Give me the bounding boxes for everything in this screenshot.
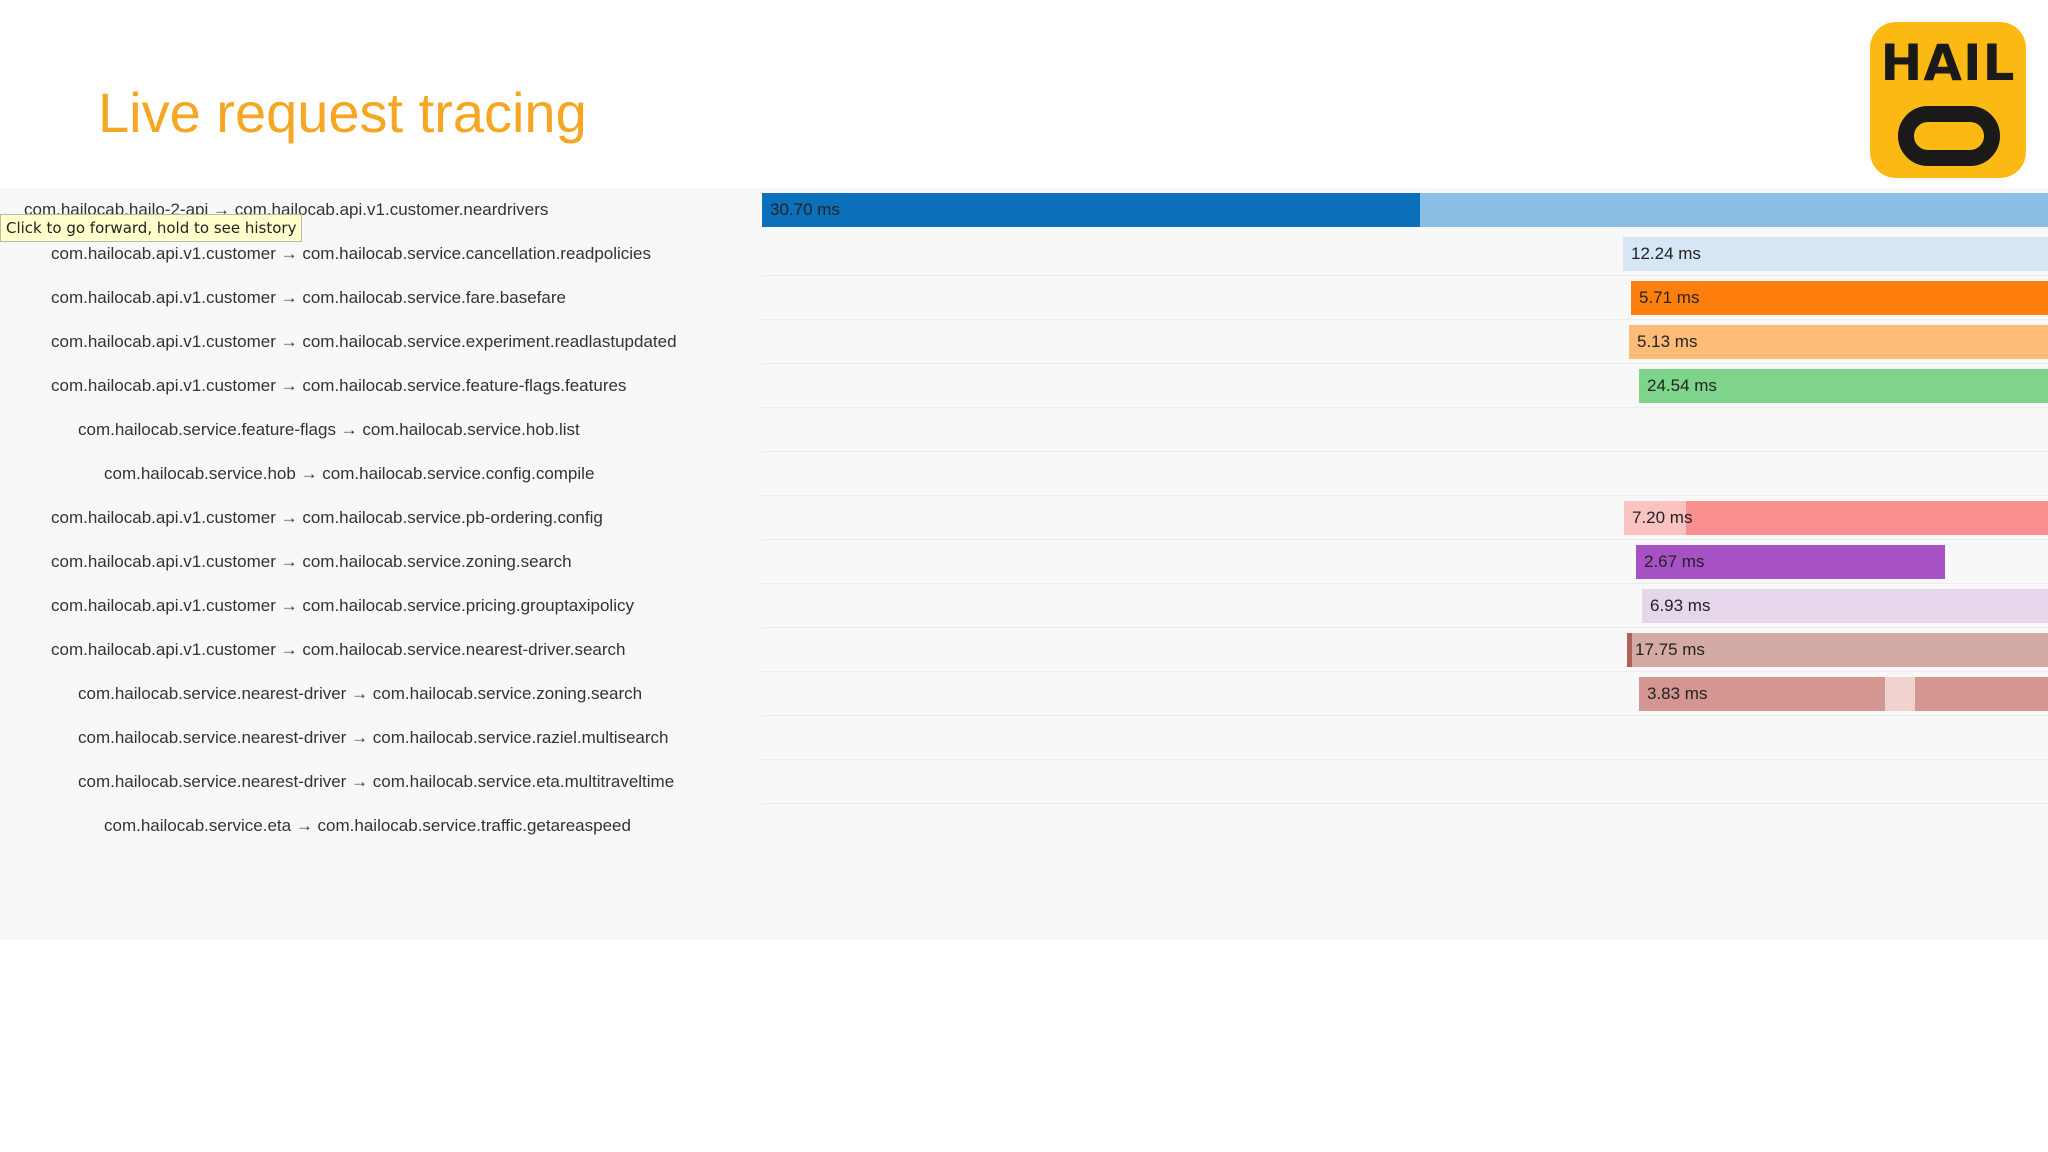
trace-row-label: com.hailocab.api.v1.customer → com.hailo… (51, 332, 677, 351)
trace-panel: com.hailocab.hailo-2-api → com.hailocab.… (0, 188, 2048, 940)
span-bar[interactable]: 24.54 ms (1639, 369, 2048, 403)
logo-o-mark-icon (1898, 106, 2000, 166)
trace-row-label: com.hailocab.api.v1.customer → com.hailo… (51, 596, 634, 615)
span-bar[interactable]: 12.24 ms (1623, 237, 2048, 271)
trace-row-label: com.hailocab.service.nearest-driver → co… (78, 684, 643, 703)
trace-row[interactable]: com.hailocab.api.v1.customer → com.hailo… (0, 276, 2048, 320)
trace-row[interactable]: com.hailocab.service.nearest-driver → co… (0, 716, 2048, 760)
trace-row-label: com.hailocab.api.v1.customer → com.hailo… (51, 376, 627, 395)
slide: Live request tracing HAIL com.hailocab.h… (0, 0, 2048, 1152)
span-duration: 24.54 ms (1647, 376, 1717, 395)
hailo-logo: HAIL (1870, 22, 2026, 178)
trace-row-label: com.hailocab.service.nearest-driver → co… (78, 728, 669, 747)
span-duration: 30.70 ms (770, 200, 840, 219)
trace-row[interactable]: com.hailocab.service.nearest-driver → co… (0, 760, 2048, 804)
span-bar[interactable]: 3.83 ms (1639, 677, 2048, 711)
trace-row-label: com.hailocab.api.v1.customer → com.hailo… (51, 508, 603, 527)
trace-row-label: com.hailocab.service.nearest-driver → co… (78, 772, 675, 791)
trace-row[interactable]: com.hailocab.api.v1.customer → com.hailo… (0, 496, 2048, 540)
trace-row-label: com.hailocab.api.v1.customer → com.hailo… (51, 640, 626, 659)
trace-row[interactable]: com.hailocab.api.v1.customer → com.hailo… (0, 232, 2048, 276)
span-bar[interactable]: 5.13 ms (1629, 325, 2048, 359)
span-bar[interactable]: 6.93 ms (1642, 589, 2048, 623)
slide-title: Live request tracing (98, 81, 587, 144)
trace-row[interactable]: com.hailocab.service.hob → com.hailocab.… (0, 452, 2048, 496)
trace-row-root[interactable]: com.hailocab.hailo-2-api → com.hailocab.… (0, 188, 2048, 232)
span-bar[interactable]: 5.71 ms (1631, 281, 2048, 315)
span-duration: 3.83 ms (1647, 684, 1708, 703)
trace-row[interactable]: com.hailocab.service.nearest-driver → co… (0, 672, 2048, 716)
trace-row-label: com.hailocab.api.v1.customer → com.hailo… (51, 288, 566, 307)
trace-row-label: com.hailocab.service.feature-flags → com… (78, 420, 580, 439)
trace-row[interactable]: com.hailocab.service.eta → com.hailocab.… (0, 804, 2048, 848)
trace-row[interactable]: com.hailocab.api.v1.customer → com.hailo… (0, 540, 2048, 584)
span-bar[interactable]: 2.67 ms (1636, 545, 1945, 579)
span-duration: 6.93 ms (1650, 596, 1711, 615)
trace-row[interactable]: com.hailocab.api.v1.customer → com.hailo… (0, 320, 2048, 364)
span-bar[interactable]: 17.75 ms (1627, 633, 2048, 667)
trace-row[interactable]: com.hailocab.api.v1.customer → com.hailo… (0, 364, 2048, 408)
trace-row[interactable]: com.hailocab.api.v1.customer → com.hailo… (0, 584, 2048, 628)
logo-text: HAIL (1880, 34, 2016, 92)
trace-row-label: com.hailocab.service.eta → com.hailocab.… (104, 816, 631, 835)
span-duration: 5.13 ms (1637, 332, 1698, 351)
trace-row[interactable]: com.hailocab.api.v1.customer → com.hailo… (0, 628, 2048, 672)
span-duration: 2.67 ms (1644, 552, 1705, 571)
trace-row-label: com.hailocab.service.hob → com.hailocab.… (104, 464, 595, 483)
span-duration: 12.24 ms (1631, 244, 1701, 263)
trace-row-label: com.hailocab.api.v1.customer → com.hailo… (51, 552, 572, 571)
span-bar-self-time (762, 193, 1420, 227)
span-duration: 7.20 ms (1632, 508, 1693, 527)
span-bar[interactable]: 7.20 ms (1624, 501, 2048, 535)
trace-row[interactable]: com.hailocab.service.feature-flags → com… (0, 408, 2048, 452)
history-tooltip: Click to go forward, hold to see history (0, 214, 303, 242)
span-duration: 5.71 ms (1639, 288, 1700, 307)
span-bar[interactable]: 30.70 ms (762, 193, 2048, 227)
span-duration: 17.75 ms (1635, 640, 1705, 659)
